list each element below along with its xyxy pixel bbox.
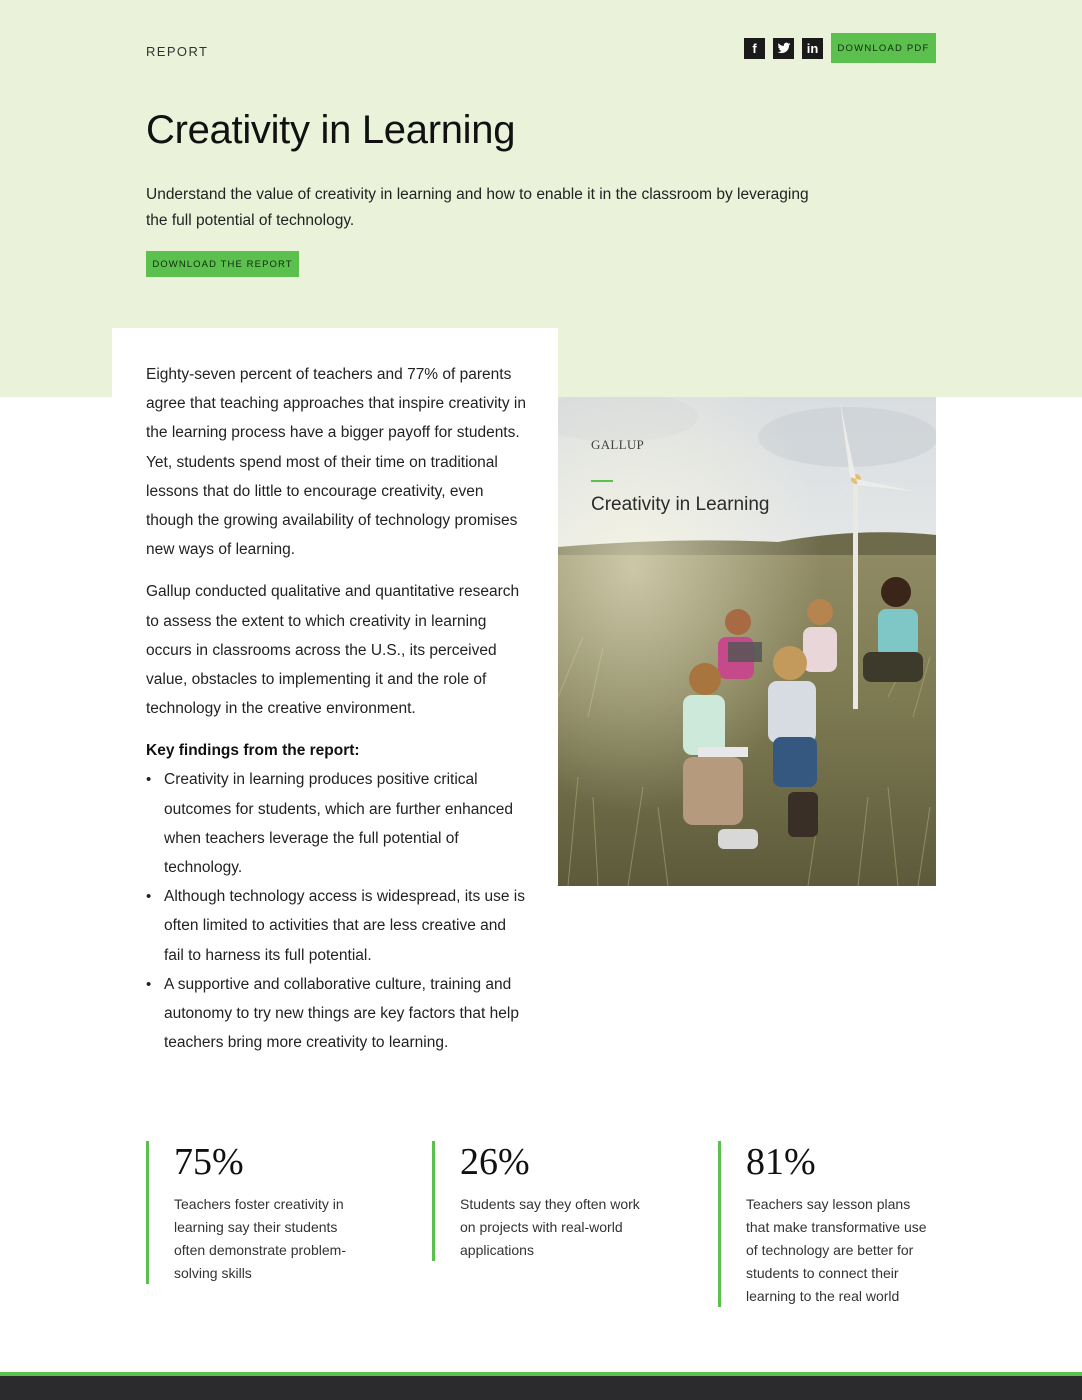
- body-paragraph: Eighty-seven percent of teachers and 77%…: [146, 366, 526, 559]
- download-report-button[interactable]: DOWNLOAD THE REPORT: [146, 251, 299, 277]
- body-paragraph: Gallup conducted qualitative and quantit…: [146, 583, 520, 718]
- stat-card: 26% Students say they often work on proj…: [432, 1141, 650, 1261]
- finding-item: Creativity in learning produces positive…: [146, 765, 526, 882]
- page-footer: [0, 1376, 1082, 1400]
- stat-value: 75%: [174, 1141, 244, 1183]
- twitter-share-button[interactable]: [773, 37, 794, 59]
- finding-item: Although technology access is widespread…: [146, 882, 526, 970]
- findings-heading: Key findings from the report:: [146, 742, 360, 760]
- page-title: Creativity in Learning: [146, 108, 516, 152]
- facebook-icon: f: [752, 40, 757, 56]
- linkedin-icon: in: [806, 40, 819, 56]
- linkedin-share-button[interactable]: in: [802, 37, 823, 59]
- stat-value: 81%: [746, 1141, 816, 1183]
- cover-photo: [558, 397, 936, 886]
- facebook-share-button[interactable]: f: [744, 37, 765, 59]
- share-toolbar: f in DOWNLOAD PDF: [744, 33, 936, 63]
- stat-card: 81% Teachers say lesson plans that make …: [718, 1141, 936, 1307]
- article-body: Eighty-seven percent of teachers and 77%…: [146, 360, 526, 1057]
- stat-card: 75% Teachers foster creativity in learni…: [146, 1141, 364, 1284]
- content-type-label: REPORT: [146, 44, 209, 59]
- report-cover-image[interactable]: GALLUP Creativity in Learning: [558, 397, 936, 886]
- intro-text: Understand the value of creativity in le…: [146, 186, 809, 229]
- findings-list: Creativity in learning produces positive…: [146, 765, 526, 1057]
- stat-description: Teachers foster creativity in learning s…: [174, 1196, 346, 1281]
- stat-description: Teachers say lesson plans that make tran…: [746, 1196, 927, 1304]
- cover-brand-logo: GALLUP: [591, 437, 645, 452]
- download-pdf-button[interactable]: DOWNLOAD PDF: [831, 33, 936, 63]
- cover-divider: [591, 480, 613, 482]
- cover-title: Creativity in Learning: [591, 494, 770, 515]
- twitter-icon: [777, 42, 790, 54]
- finding-item: A supportive and collaborative culture, …: [146, 970, 526, 1058]
- stat-description: Students say they often work on projects…: [460, 1196, 640, 1258]
- stat-value: 26%: [460, 1141, 530, 1183]
